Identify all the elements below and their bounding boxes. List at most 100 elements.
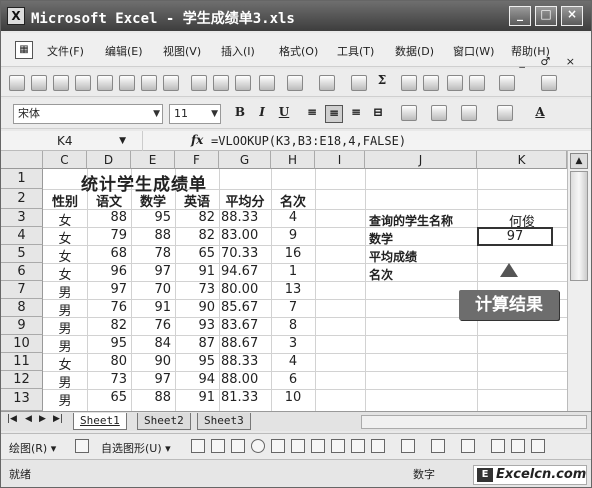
cell-rank[interactable]: 7: [271, 300, 315, 315]
next-sheet-icon[interactable]: ▶: [39, 414, 46, 424]
select-all-corner[interactable]: [1, 151, 43, 169]
tab-sheet3[interactable]: Sheet3: [197, 413, 251, 430]
cell-average[interactable]: 83.67: [219, 318, 271, 333]
last-sheet-icon[interactable]: ▶|: [53, 414, 63, 424]
dash-style-icon[interactable]: [511, 439, 525, 453]
menu-view[interactable]: 视图(V): [163, 43, 201, 59]
cell-english[interactable]: 65: [175, 246, 215, 261]
cell-chinese[interactable]: 79: [87, 228, 127, 243]
vertical-textbox-icon[interactable]: [291, 439, 305, 453]
permission-icon[interactable]: [75, 75, 91, 91]
document-window-controls[interactable]: _ ♂ ×: [519, 55, 581, 68]
draw-menu-button[interactable]: 绘图(R) ▾: [9, 440, 56, 456]
cell-rank[interactable]: 1: [271, 264, 315, 279]
row-header-11[interactable]: 11: [1, 353, 43, 371]
cell-average[interactable]: 80.00: [219, 282, 271, 297]
research-icon[interactable]: [163, 75, 179, 91]
help-icon[interactable]: [541, 75, 557, 91]
row-header-1[interactable]: 1: [1, 169, 43, 189]
sort-descending-icon[interactable]: [423, 75, 439, 91]
row-header-5[interactable]: 5: [1, 245, 43, 263]
cell-gender[interactable]: 男: [43, 318, 87, 337]
cell-gender[interactable]: 女: [43, 354, 87, 373]
column-header-c[interactable]: C: [43, 151, 87, 169]
cell-math[interactable]: 91: [131, 300, 171, 315]
picture-icon[interactable]: [371, 439, 385, 453]
increase-indent-icon[interactable]: [431, 105, 447, 121]
cell-english[interactable]: 90: [175, 300, 215, 315]
scroll-thumb[interactable]: [570, 171, 588, 281]
drawing-icon[interactable]: [469, 75, 485, 91]
rectangle-icon[interactable]: [231, 439, 245, 453]
cut-icon[interactable]: [191, 75, 207, 91]
spelling-icon[interactable]: [141, 75, 157, 91]
query-math-value[interactable]: 97: [477, 229, 553, 244]
cell-math[interactable]: 97: [131, 264, 171, 279]
cell-rank[interactable]: 4: [271, 354, 315, 369]
copy-icon[interactable]: [213, 75, 229, 91]
cell-math[interactable]: 70: [131, 282, 171, 297]
cell-rank[interactable]: 4: [271, 210, 315, 225]
fill-color-icon[interactable]: [497, 105, 513, 121]
cell-rank[interactable]: 16: [271, 246, 315, 261]
excel-app-icon[interactable]: X: [7, 7, 25, 25]
cell-chinese[interactable]: 73: [87, 372, 127, 387]
autoshapes-button[interactable]: 自选图形(U) ▾: [101, 440, 171, 456]
cell-rank[interactable]: 6: [271, 372, 315, 387]
column-header-j[interactable]: J: [365, 151, 477, 169]
borders-icon[interactable]: [461, 105, 477, 121]
horizontal-scrollbar[interactable]: [361, 415, 587, 429]
print-icon[interactable]: [97, 75, 113, 91]
cell-english[interactable]: 91: [175, 264, 215, 279]
chart-wizard-icon[interactable]: [447, 75, 463, 91]
cell-math[interactable]: 78: [131, 246, 171, 261]
save-icon[interactable]: [53, 75, 69, 91]
column-header-g[interactable]: G: [219, 151, 271, 169]
column-header-f[interactable]: F: [175, 151, 219, 169]
cell-math[interactable]: 76: [131, 318, 171, 333]
select-objects-icon[interactable]: [75, 439, 89, 453]
cell-gender[interactable]: 男: [43, 390, 87, 409]
cell-english[interactable]: 95: [175, 354, 215, 369]
cell-math[interactable]: 95: [131, 210, 171, 225]
font-name-select[interactable]: 宋体 ▼: [13, 104, 163, 124]
query-name-label[interactable]: 查询的学生名称: [369, 212, 453, 229]
scroll-up-icon[interactable]: ▲: [570, 153, 588, 169]
cell-chinese[interactable]: 68: [87, 246, 127, 261]
print-preview-icon[interactable]: [119, 75, 135, 91]
fill-color-icon[interactable]: [401, 439, 415, 453]
cell-english[interactable]: 73: [175, 282, 215, 297]
cell-gender[interactable]: 男: [43, 372, 87, 391]
cell-chinese[interactable]: 80: [87, 354, 127, 369]
row-header-2[interactable]: 2: [1, 189, 43, 209]
cell-english[interactable]: 87: [175, 336, 215, 351]
header-average[interactable]: 平均分: [219, 191, 271, 210]
cell-rank[interactable]: 13: [271, 282, 315, 297]
clipart-icon[interactable]: [351, 439, 365, 453]
cell-rank[interactable]: 8: [271, 318, 315, 333]
header-english[interactable]: 英语: [175, 191, 219, 210]
align-left-icon[interactable]: ≡: [303, 105, 321, 123]
hyperlink-icon[interactable]: [351, 75, 367, 91]
cell-english[interactable]: 82: [175, 210, 215, 225]
close-button[interactable]: ×: [561, 6, 583, 26]
menu-insert[interactable]: 插入(I): [221, 43, 255, 59]
cell-english[interactable]: 93: [175, 318, 215, 333]
cell-average[interactable]: 83.00: [219, 228, 271, 243]
vertical-scrollbar[interactable]: ▲: [567, 151, 591, 411]
menu-format[interactable]: 格式(O): [279, 43, 318, 59]
name-box[interactable]: K4 ▼: [1, 131, 143, 151]
header-gender[interactable]: 性别: [43, 191, 87, 210]
cell-gender[interactable]: 女: [43, 264, 87, 283]
cell-average[interactable]: 94.67: [219, 264, 271, 279]
cell-chinese[interactable]: 95: [87, 336, 127, 351]
row-header-10[interactable]: 10: [1, 335, 43, 353]
arrow-style-icon[interactable]: [531, 439, 545, 453]
align-right-icon[interactable]: ≡: [347, 105, 365, 123]
cell-english[interactable]: 91: [175, 390, 215, 405]
cell-rank[interactable]: 10: [271, 390, 315, 405]
cell-rank[interactable]: 9: [271, 228, 315, 243]
cell-average[interactable]: 88.67: [219, 336, 271, 351]
underline-button[interactable]: U: [275, 105, 293, 123]
query-rank-label[interactable]: 名次: [369, 266, 393, 283]
